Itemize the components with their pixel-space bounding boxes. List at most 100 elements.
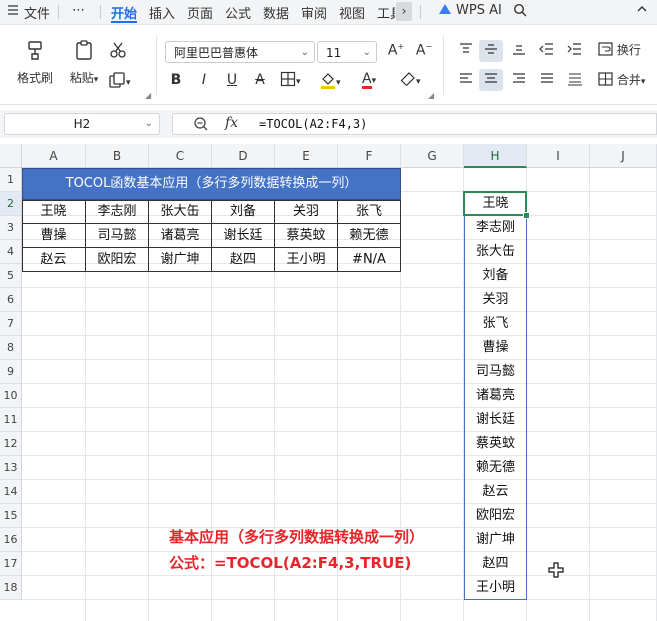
column-header-e[interactable]: E: [275, 144, 338, 168]
result-cell[interactable]: 王小明: [464, 576, 527, 600]
menu-view[interactable]: 视图: [339, 3, 365, 22]
table-cell[interactable]: 张飞: [338, 200, 401, 224]
result-cell[interactable]: 诸葛亮: [464, 384, 527, 408]
result-cell[interactable]: 赵云: [464, 480, 527, 504]
menu-scroll-right-button[interactable]: ›: [396, 2, 412, 21]
scissors-icon[interactable]: [108, 41, 128, 63]
eraser-icon[interactable]: ▾: [400, 71, 430, 88]
menu-page[interactable]: 页面: [187, 3, 213, 22]
row-header-7[interactable]: 7: [0, 312, 22, 336]
table-cell[interactable]: 赵四: [212, 248, 275, 272]
row-header-11[interactable]: 11: [0, 408, 22, 432]
row-header-1[interactable]: 1: [0, 168, 22, 192]
font-size-select[interactable]: 11 ⌄: [317, 41, 377, 63]
table-cell[interactable]: 谢广坤: [149, 248, 212, 272]
column-header-a[interactable]: A: [22, 144, 86, 168]
table-cell[interactable]: 赵云: [22, 248, 86, 272]
row-header-5[interactable]: 5: [0, 264, 22, 288]
align-bottom-icon[interactable]: [509, 42, 529, 60]
table-cell[interactable]: 司马懿: [86, 224, 149, 248]
row-header-6[interactable]: 6: [0, 288, 22, 312]
result-cell[interactable]: 欧阳宏: [464, 504, 527, 528]
search-icon[interactable]: [513, 3, 527, 19]
wrap-text-button[interactable]: 换行: [598, 41, 648, 58]
column-header-g[interactable]: G: [401, 144, 464, 168]
distributed-icon[interactable]: [565, 72, 585, 90]
chevron-up-icon[interactable]: [636, 3, 648, 18]
table-cell[interactable]: #N/A: [338, 248, 401, 272]
wps-ai-button[interactable]: WPS AI: [456, 3, 502, 18]
row-header-15[interactable]: 15: [0, 504, 22, 528]
result-cell[interactable]: 张大缶: [464, 240, 527, 264]
table-cell[interactable]: 张大缶: [149, 200, 212, 224]
zoom-icon[interactable]: [193, 116, 209, 136]
menu-file[interactable]: 文件: [24, 3, 50, 22]
result-cell[interactable]: 蔡英蚊: [464, 432, 527, 456]
chevron-down-icon[interactable]: ▾: [94, 75, 99, 85]
column-header-b[interactable]: B: [86, 144, 149, 168]
result-cell[interactable]: 刘备: [464, 264, 527, 288]
menu-formulas[interactable]: 公式: [225, 3, 251, 22]
underline-icon[interactable]: U: [222, 72, 242, 88]
column-header-j[interactable]: J: [590, 144, 657, 168]
table-cell[interactable]: 蔡英蚊: [275, 224, 338, 248]
row-header-2[interactable]: 2: [0, 192, 22, 216]
result-cell[interactable]: 赵四: [464, 552, 527, 576]
strikethrough-icon[interactable]: A: [250, 72, 270, 88]
indent-increase-icon[interactable]: [565, 42, 585, 60]
table-cell[interactable]: 关羽: [275, 200, 338, 224]
table-cell[interactable]: 欧阳宏: [86, 248, 149, 272]
row-header-12[interactable]: 12: [0, 432, 22, 456]
column-header-i[interactable]: I: [527, 144, 590, 168]
format-painter-button[interactable]: 格式刷: [12, 39, 58, 86]
row-header-4[interactable]: 4: [0, 240, 22, 264]
dialog-launcher-icon[interactable]: ◢: [145, 91, 151, 100]
font-color-icon[interactable]: A▾: [362, 71, 392, 89]
menu-more[interactable]: ⋯: [72, 3, 85, 18]
table-cell[interactable]: 诸葛亮: [149, 224, 212, 248]
table-cell[interactable]: 王小明: [275, 248, 338, 272]
table-cell[interactable]: 赖无德: [338, 224, 401, 248]
column-header-h[interactable]: H: [464, 144, 527, 168]
table-cell[interactable]: 刘备: [212, 200, 275, 224]
column-header-d[interactable]: D: [212, 144, 275, 168]
merge-cells-button[interactable]: 合并▾: [598, 71, 656, 88]
increase-font-icon[interactable]: A+: [386, 42, 406, 59]
align-top-icon[interactable]: [456, 42, 476, 60]
decrease-font-icon[interactable]: A−: [414, 42, 434, 59]
copy-icon[interactable]: ▾: [108, 71, 142, 93]
bold-icon[interactable]: B: [166, 72, 186, 88]
row-header-10[interactable]: 10: [0, 384, 22, 408]
spreadsheet-grid[interactable]: A B C D E F G H I J 1 2 3 4 5 6 7 8 9 10 11 12 13 14 15 16 17 18 TOC…: [0, 144, 657, 621]
align-center-icon[interactable]: [481, 72, 501, 90]
menu-insert[interactable]: 插入: [149, 3, 175, 22]
dialog-launcher-icon[interactable]: ◢: [428, 91, 434, 100]
table-cell[interactable]: 王晓: [22, 200, 86, 224]
fill-handle[interactable]: [523, 212, 530, 219]
fx-icon[interactable]: fx: [225, 115, 238, 131]
result-cell[interactable]: 曹操: [464, 336, 527, 360]
column-header-f[interactable]: F: [338, 144, 401, 168]
result-cell[interactable]: 关羽: [464, 288, 527, 312]
fill-color-icon[interactable]: ▾: [320, 71, 350, 89]
row-header-18[interactable]: 18: [0, 576, 22, 600]
font-name-select[interactable]: 阿里巴巴普惠体 ⌄: [165, 41, 315, 63]
table-cell[interactable]: 曹操: [22, 224, 86, 248]
italic-icon[interactable]: I: [194, 72, 214, 88]
result-cell[interactable]: 谢广坤: [464, 528, 527, 552]
indent-decrease-icon[interactable]: [537, 42, 557, 60]
result-cell[interactable]: 司马懿: [464, 360, 527, 384]
formula-input[interactable]: fx =TOCOL(A2:F4,3): [172, 113, 657, 135]
row-header-14[interactable]: 14: [0, 480, 22, 504]
paste-button[interactable]: 粘贴▾: [64, 39, 104, 86]
name-box[interactable]: H2 ⌄: [4, 113, 160, 135]
table-cell[interactable]: 谢长廷: [212, 224, 275, 248]
select-all-corner[interactable]: [0, 144, 22, 168]
table-cell[interactable]: 李志刚: [86, 200, 149, 224]
menu-review[interactable]: 审阅: [301, 3, 327, 22]
row-header-16[interactable]: 16: [0, 528, 22, 552]
table-title-cell[interactable]: TOCOL函数基本应用（多行多列数据转换成一列）: [22, 168, 401, 200]
borders-icon[interactable]: ▾: [280, 71, 310, 88]
result-cell[interactable]: 谢长廷: [464, 408, 527, 432]
align-middle-icon[interactable]: [481, 42, 501, 60]
